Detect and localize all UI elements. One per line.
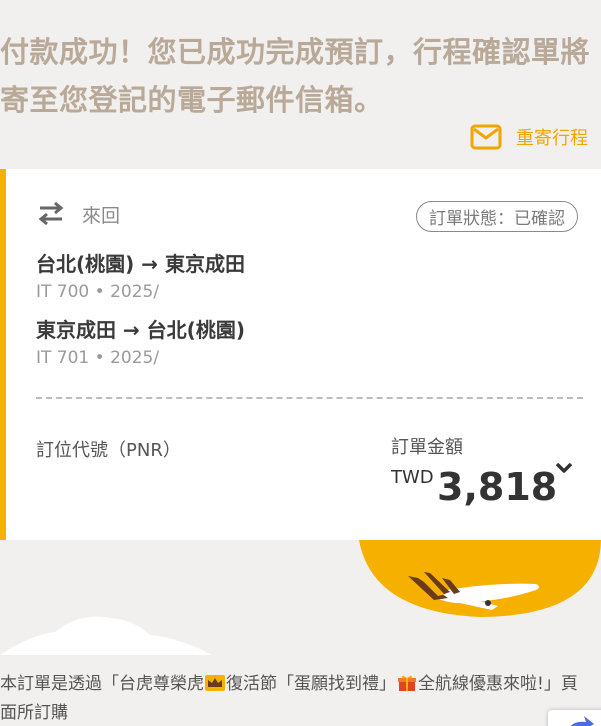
promo-source-text: 本訂單是透過「台虎尊榮虎 復活節「蛋願找到禮」 全航線優惠來啦!」頁面所訂購 bbox=[0, 670, 580, 726]
order-amount-label: 訂單金額 bbox=[391, 437, 463, 458]
dashed-divider bbox=[36, 397, 583, 399]
swap-arrows-icon bbox=[38, 201, 64, 226]
return-route: 東京成田 → 台北(桃園) bbox=[36, 318, 245, 342]
outbound-flight-info: IT 700 • 2025/ bbox=[36, 282, 160, 302]
recaptcha-icon bbox=[571, 716, 594, 726]
pnr-label: 訂位代號（PNR） bbox=[36, 440, 181, 461]
resend-itinerary-label: 重寄行程 bbox=[516, 128, 588, 149]
promo-text-before: 本訂單是透過「台虎尊榮虎 bbox=[0, 674, 204, 694]
order-status-badge: 訂單狀態：已確認 bbox=[416, 201, 578, 232]
currency-code: TWD bbox=[391, 467, 434, 488]
booking-card: 來回 訂單狀態：已確認 台北(桃園) → 東京成田 IT 700 • 2025/… bbox=[0, 169, 601, 540]
order-amount: 3,818 bbox=[437, 465, 558, 509]
resend-itinerary-button[interactable]: 重寄行程 bbox=[470, 120, 588, 154]
recaptcha-badge[interactable] bbox=[548, 710, 601, 726]
mail-icon bbox=[470, 124, 502, 150]
outbound-route: 台北(桃園) → 東京成田 bbox=[36, 252, 245, 276]
chevron-down-icon[interactable] bbox=[552, 455, 576, 479]
return-flight-info: IT 701 • 2025/ bbox=[36, 348, 160, 368]
crown-icon bbox=[205, 675, 225, 691]
tigerair-plane-illustration bbox=[0, 540, 601, 655]
trip-type: 來回 bbox=[36, 199, 120, 229]
promo-text-middle: 復活節「蛋願找到禮」 bbox=[226, 674, 396, 694]
gift-icon bbox=[398, 675, 416, 691]
confirmation-message: 付款成功！您已成功完成預訂，行程確認單將寄至您登記的電子郵件信箱。 bbox=[0, 35, 591, 117]
trip-type-label: 來回 bbox=[82, 204, 121, 227]
